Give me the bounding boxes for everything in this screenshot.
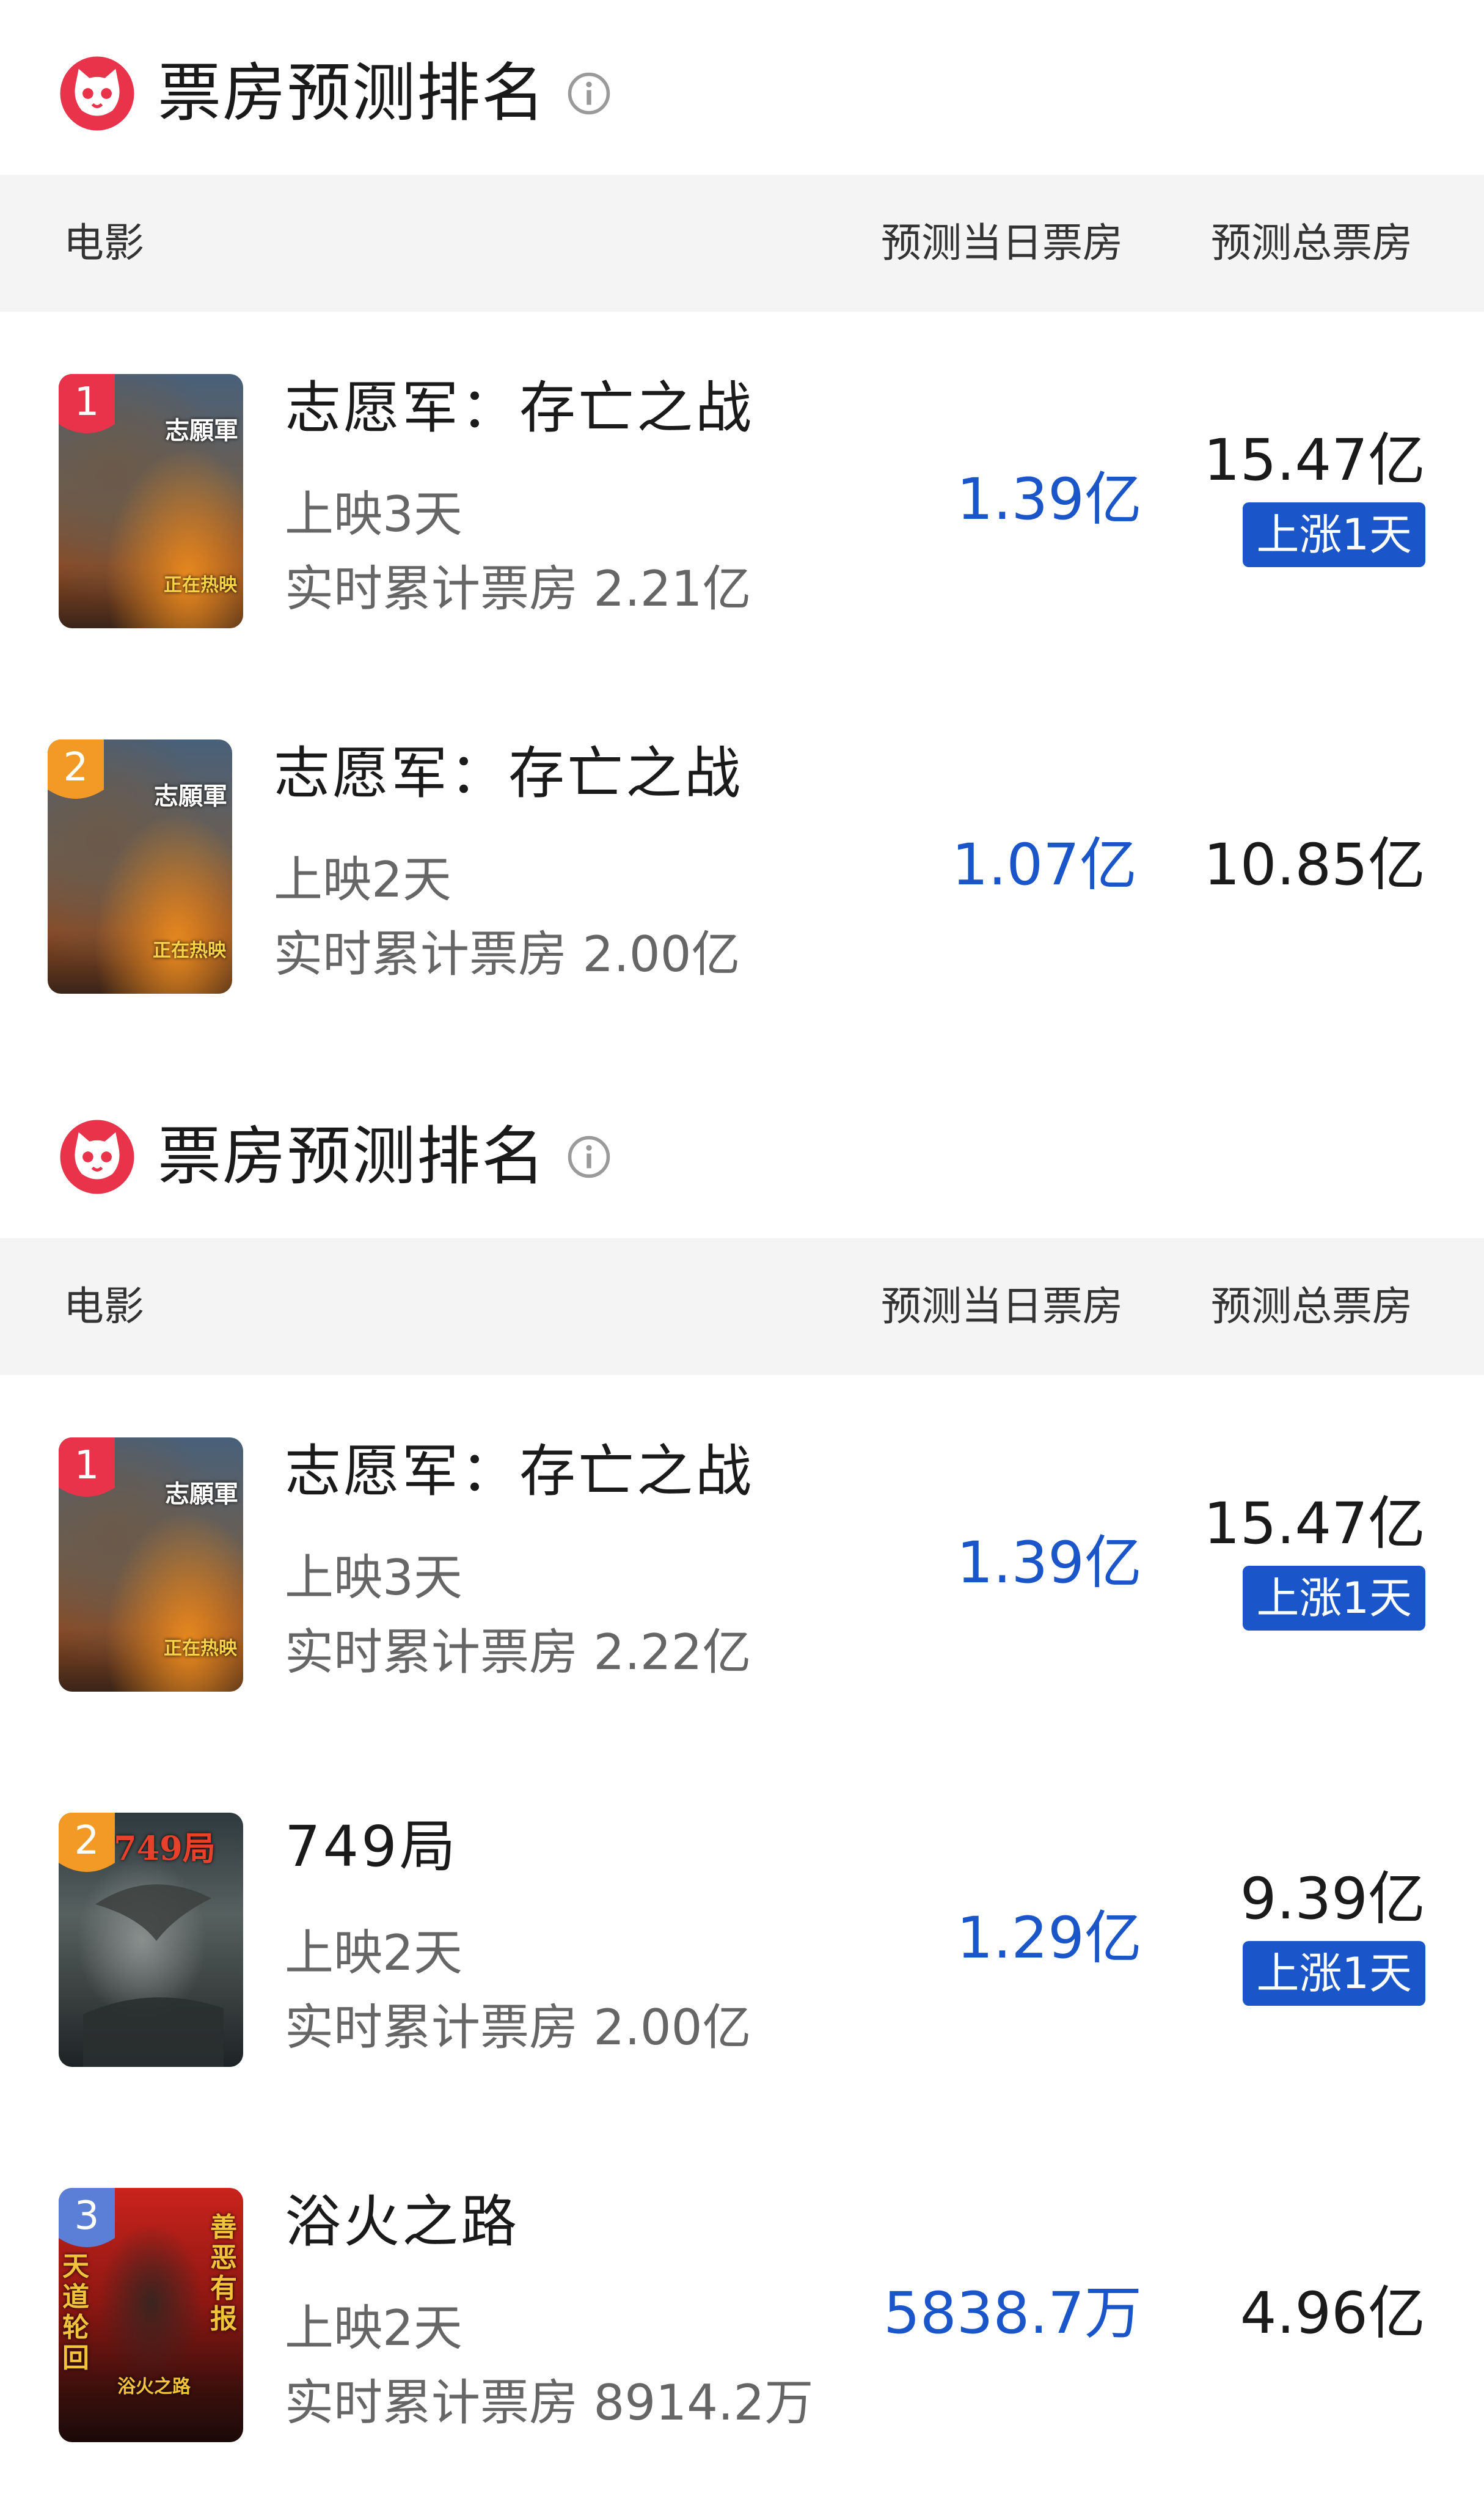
rise-badge: 上涨1天 xyxy=(1243,1566,1425,1631)
section-header: 票房预测排名 xyxy=(0,1063,1484,1238)
rise-badge: 上涨1天 xyxy=(1243,502,1425,567)
poster-text-right: 善恶有报 xyxy=(210,2212,237,2335)
movie-name[interactable]: 浴火之路 xyxy=(285,2185,519,2259)
poster-title: 志願軍 xyxy=(154,782,227,810)
column-movie: 电影 xyxy=(64,219,144,266)
column-header-row: 电影 预测当日票房 预测总票房 xyxy=(0,1238,1484,1375)
cumulative-box-office: 实时累计票房 2.21亿 xyxy=(285,560,751,617)
poster-tagline: 正在热映 xyxy=(164,574,237,596)
release-days: 上映2天 xyxy=(274,851,451,908)
movie-name[interactable]: 志愿军：存亡之战 xyxy=(285,372,754,445)
poster-title: 志願軍 xyxy=(165,1480,238,1508)
movie-poster[interactable]: 志願軍 正在热映 1 xyxy=(59,374,243,628)
movie-name[interactable]: 志愿军：存亡之战 xyxy=(274,737,743,810)
rank-number: 2 xyxy=(74,1818,100,1863)
daily-forecast: 1.29亿 xyxy=(956,1905,1142,1972)
movie-row[interactable]: 志願軍 正在热映 1 志愿军：存亡之战 上映3天 实时累计票房 2.22亿 1.… xyxy=(0,1435,1484,1692)
rise-badge: 上涨1天 xyxy=(1243,1941,1425,2006)
poster-text-left: 天道轮回 xyxy=(62,2251,89,2374)
column-header-row: 电影 预测当日票房 预测总票房 xyxy=(0,175,1484,312)
poster-tagline: 正在热映 xyxy=(153,940,226,961)
column-daily-forecast: 预测当日票房 xyxy=(881,219,1123,266)
daily-forecast: 1.39亿 xyxy=(956,1530,1142,1596)
poster-title: 浴火之路 xyxy=(117,2376,191,2398)
box-office-section-1: 票房预测排名 电影 预测当日票房 预测总票房 志願軍 正在热映 1 志愿军：存亡… xyxy=(0,0,1484,994)
total-forecast: 10.85亿 xyxy=(1203,832,1425,898)
section-header: 票房预测排名 xyxy=(0,0,1484,175)
column-total-forecast: 预测总票房 xyxy=(1211,219,1413,266)
rank-number: 3 xyxy=(74,2193,100,2239)
total-forecast: 15.47亿 xyxy=(1203,427,1425,494)
poster-title: 志願軍 xyxy=(165,416,238,445)
movie-name[interactable]: 志愿军：存亡之战 xyxy=(285,1435,754,1508)
column-daily-forecast: 预测当日票房 xyxy=(881,1283,1123,1330)
column-total-forecast: 预测总票房 xyxy=(1211,1283,1413,1330)
cat-logo-icon xyxy=(60,1120,134,1194)
rank-number: 1 xyxy=(74,380,100,425)
cumulative-box-office: 实时累计票房 2.22亿 xyxy=(285,1624,751,1681)
total-forecast: 15.47亿 xyxy=(1203,1491,1425,1557)
release-days: 上映2天 xyxy=(285,1925,462,1981)
release-days: 上映2天 xyxy=(285,2300,462,2357)
movie-name[interactable]: 749局 xyxy=(285,1810,458,1884)
release-days: 上映3天 xyxy=(285,1549,462,1606)
daily-forecast: 1.07亿 xyxy=(951,832,1137,898)
movie-row[interactable]: 志願軍 正在热映 2 志愿军：存亡之战 上映2天 实时累计票房 2.00亿 1.… xyxy=(0,737,1484,994)
movie-poster[interactable]: 天道轮回 善恶有报 浴火之路 3 xyxy=(59,2188,243,2442)
cumulative-box-office: 实时累计票房 2.00亿 xyxy=(274,926,740,983)
movie-row[interactable]: 749局 2 749局 上映2天 实时累计票房 2.00亿 1.29亿 9.39… xyxy=(0,1810,1484,2067)
rank-number: 2 xyxy=(63,745,89,790)
movie-poster[interactable]: 749局 2 xyxy=(59,1813,243,2067)
total-forecast: 4.96亿 xyxy=(1240,2280,1425,2347)
box-office-section-2: 票房预测排名 电影 预测当日票房 预测总票房 志願軍 正在热映 1 志愿军：存亡… xyxy=(0,1063,1484,2442)
cumulative-box-office: 实时累计票房 8914.2万 xyxy=(285,2374,814,2431)
section-title: 票房预测排名 xyxy=(158,56,547,130)
poster-tagline: 正在热映 xyxy=(164,1638,237,1659)
cumulative-box-office: 实时累计票房 2.00亿 xyxy=(285,1999,751,2056)
movie-row[interactable]: 志願軍 正在热映 1 志愿军：存亡之战 上映3天 实时累计票房 2.21亿 1.… xyxy=(0,372,1484,628)
info-circle-icon[interactable] xyxy=(566,71,612,116)
release-days: 上映3天 xyxy=(285,486,462,543)
movie-poster[interactable]: 志願軍 正在热映 2 xyxy=(48,739,232,994)
movie-row[interactable]: 天道轮回 善恶有报 浴火之路 3 浴火之路 上映2天 实时累计票房 8914.2… xyxy=(0,2185,1484,2442)
rank-number: 1 xyxy=(74,1443,100,1488)
info-circle-icon[interactable] xyxy=(566,1134,612,1180)
total-forecast: 9.39亿 xyxy=(1240,1866,1425,1932)
movie-poster[interactable]: 志願軍 正在热映 1 xyxy=(59,1437,243,1692)
daily-forecast: 1.39亿 xyxy=(956,466,1142,533)
section-title: 票房预测排名 xyxy=(158,1119,547,1194)
column-movie: 电影 xyxy=(64,1283,144,1330)
daily-forecast: 5838.7万 xyxy=(883,2280,1142,2347)
cat-logo-icon xyxy=(60,56,134,131)
